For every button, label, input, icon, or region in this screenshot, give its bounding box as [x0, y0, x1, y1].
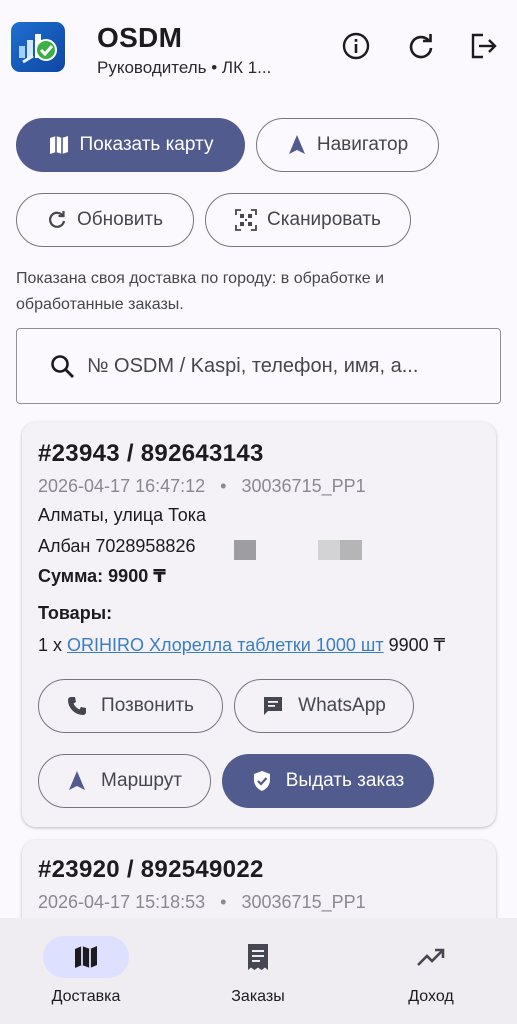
- bottom-navigation: Доставка Заказы Доход: [0, 918, 517, 1024]
- navigator-button[interactable]: Навигатор: [256, 118, 439, 172]
- order-number: #23920 / 892549022: [38, 856, 264, 883]
- show-map-label: Показать карту: [79, 134, 214, 155]
- refresh-button[interactable]: Обновить: [16, 193, 194, 247]
- whatsapp-button[interactable]: WhatsApp: [234, 679, 414, 733]
- order-meta: 2026-04-17 15:18:53 • 30036715_PP1: [38, 892, 366, 913]
- refresh-label: Обновить: [76, 209, 164, 230]
- order-contact: Албан 7028958826: [38, 536, 196, 556]
- product-link[interactable]: ORIHIRO Хлорелла таблетки 1000 шт: [67, 635, 384, 655]
- call-label: Позвонить: [101, 695, 194, 716]
- issue-order-label: Выдать заказ: [285, 770, 405, 791]
- chat-icon: [264, 697, 283, 715]
- scan-label: Сканировать: [267, 209, 381, 230]
- nav-label: Доставка: [51, 988, 121, 1005]
- app-header: OSDM Руководитель • ЛК 1...: [0, 0, 517, 100]
- redacted-block: [234, 540, 256, 560]
- app-logo: [11, 22, 65, 72]
- qr-scan-icon: [235, 209, 257, 231]
- scan-button[interactable]: Сканировать: [205, 193, 411, 247]
- redacted-block: [340, 540, 362, 560]
- map-icon: [49, 136, 68, 154]
- nav-item-income[interactable]: Доход: [345, 918, 517, 1024]
- item-qty: 1 x: [38, 635, 63, 655]
- order-sum: Сумма: 9900 ₸: [38, 566, 166, 586]
- order-meta: 2026-04-17 16:47:12 • 30036715_PP1: [38, 476, 366, 497]
- item-price: 9900 ₸: [388, 635, 446, 655]
- order-datetime: 2026-04-17 16:47:12: [38, 476, 206, 496]
- route-button[interactable]: Маршрут: [38, 754, 211, 808]
- nav-item-orders[interactable]: Заказы: [172, 918, 344, 1024]
- nav-indicator: [43, 936, 129, 978]
- map-icon: [75, 946, 97, 968]
- nav-label: Заказы: [231, 988, 285, 1005]
- logout-icon[interactable]: [468, 30, 500, 62]
- shield-check-icon: [253, 771, 270, 791]
- navigation-arrow-icon: [288, 135, 305, 154]
- search-input[interactable]: [87, 351, 487, 381]
- search-field[interactable]: [16, 328, 501, 404]
- order-card: #23943 / 892643143 2026-04-17 16:47:12 •…: [22, 422, 496, 827]
- navigation-arrow-icon: [69, 771, 85, 790]
- app-subtitle: Руководитель • ЛК 1...: [97, 58, 272, 77]
- navigator-label: Навигатор: [316, 134, 409, 155]
- order-datetime: 2026-04-17 15:18:53: [38, 892, 206, 912]
- order-code: 30036715_PP1: [241, 476, 366, 496]
- order-number: #23943 / 892643143: [38, 440, 264, 467]
- refresh-icon: [49, 211, 66, 228]
- nav-label: Доход: [408, 988, 454, 1005]
- route-label: Маршрут: [101, 770, 182, 791]
- info-icon[interactable]: [340, 30, 372, 62]
- whatsapp-label: WhatsApp: [298, 695, 386, 716]
- order-item: 1 x ORIHIRO Хлорелла таблетки 1000 шт 99…: [38, 635, 445, 656]
- issue-order-button[interactable]: Выдать заказ: [222, 754, 434, 808]
- search-icon: [51, 355, 74, 378]
- order-code: 30036715_PP1: [241, 892, 366, 912]
- meta-separator: •: [210, 892, 237, 912]
- info-text: Показана своя доставка по городу: в обра…: [16, 270, 385, 313]
- nav-item-delivery[interactable]: Доставка: [0, 918, 172, 1024]
- nav-indicator: [388, 936, 474, 978]
- redacted-block: [318, 540, 340, 560]
- show-map-button[interactable]: Показать карту: [16, 118, 245, 172]
- nav-indicator: [215, 936, 301, 978]
- meta-separator: •: [210, 476, 237, 496]
- trending-up-icon: [417, 948, 445, 966]
- order-address: Алматы, улица Тока: [38, 505, 207, 525]
- phone-icon: [68, 697, 87, 715]
- refresh-icon[interactable]: [405, 30, 437, 62]
- call-button[interactable]: Позвонить: [38, 679, 223, 733]
- receipt-icon: [248, 944, 268, 970]
- goods-label: Товары:: [38, 603, 113, 623]
- app-title: OSDM: [97, 22, 183, 53]
